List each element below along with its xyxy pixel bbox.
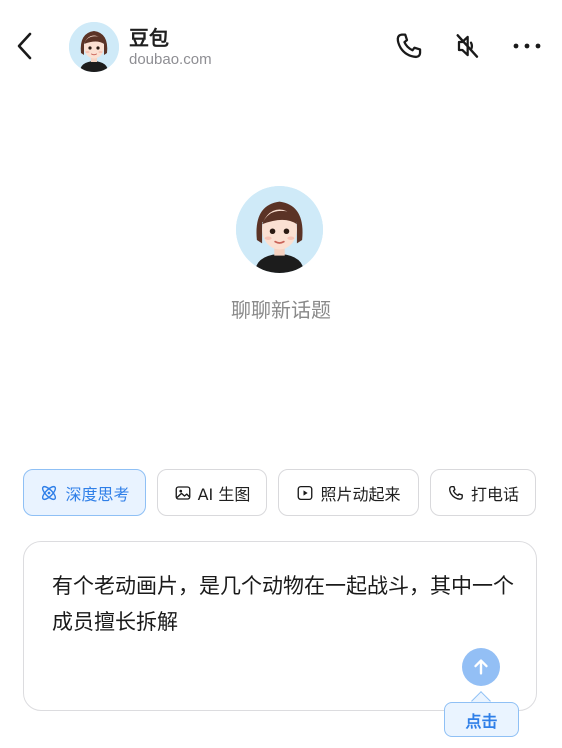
more-horizontal-icon — [513, 43, 541, 49]
send-button[interactable] — [462, 648, 500, 686]
more-button[interactable] — [511, 30, 543, 62]
chip-ai-image[interactable]: AI 生图 — [157, 469, 267, 516]
speaker-muted-icon — [456, 34, 479, 58]
chip-label: 深度思考 — [65, 484, 130, 504]
arrow-up-icon — [474, 659, 488, 675]
chat-title: 豆包 — [129, 26, 169, 50]
chevron-left-icon — [17, 32, 32, 60]
chip-animate-photo[interactable]: 照片动起来 — [278, 469, 419, 516]
chat-header: 豆包 doubao.com — [0, 0, 562, 92]
phone-icon — [396, 33, 422, 59]
message-input-text[interactable]: 有个老动画片，是几个动物在一起战斗，其中一个成员擅长拆解 — [52, 568, 522, 640]
assistant-avatar — [236, 186, 323, 273]
avatar[interactable] — [69, 22, 119, 72]
chip-label: 打电话 — [470, 484, 519, 504]
chip-deep-thinking[interactable]: 深度思考 — [23, 469, 146, 516]
phone-icon — [449, 485, 463, 500]
atom-icon — [42, 485, 57, 500]
chat-subtitle: doubao.com — [129, 51, 212, 68]
chip-label: AI 生图 — [197, 484, 251, 504]
mute-button[interactable] — [451, 30, 483, 62]
tooltip-label: 点击 — [465, 711, 498, 731]
play-square-icon — [298, 485, 313, 500]
image-icon — [175, 485, 191, 500]
new-topic-prompt: 聊聊新话题 — [231, 298, 331, 322]
send-tooltip: 点击 — [444, 702, 519, 737]
chip-phone-call[interactable]: 打电话 — [430, 469, 536, 516]
call-button[interactable] — [393, 30, 425, 62]
chip-label: 照片动起来 — [320, 484, 401, 504]
back-button[interactable] — [12, 28, 40, 64]
